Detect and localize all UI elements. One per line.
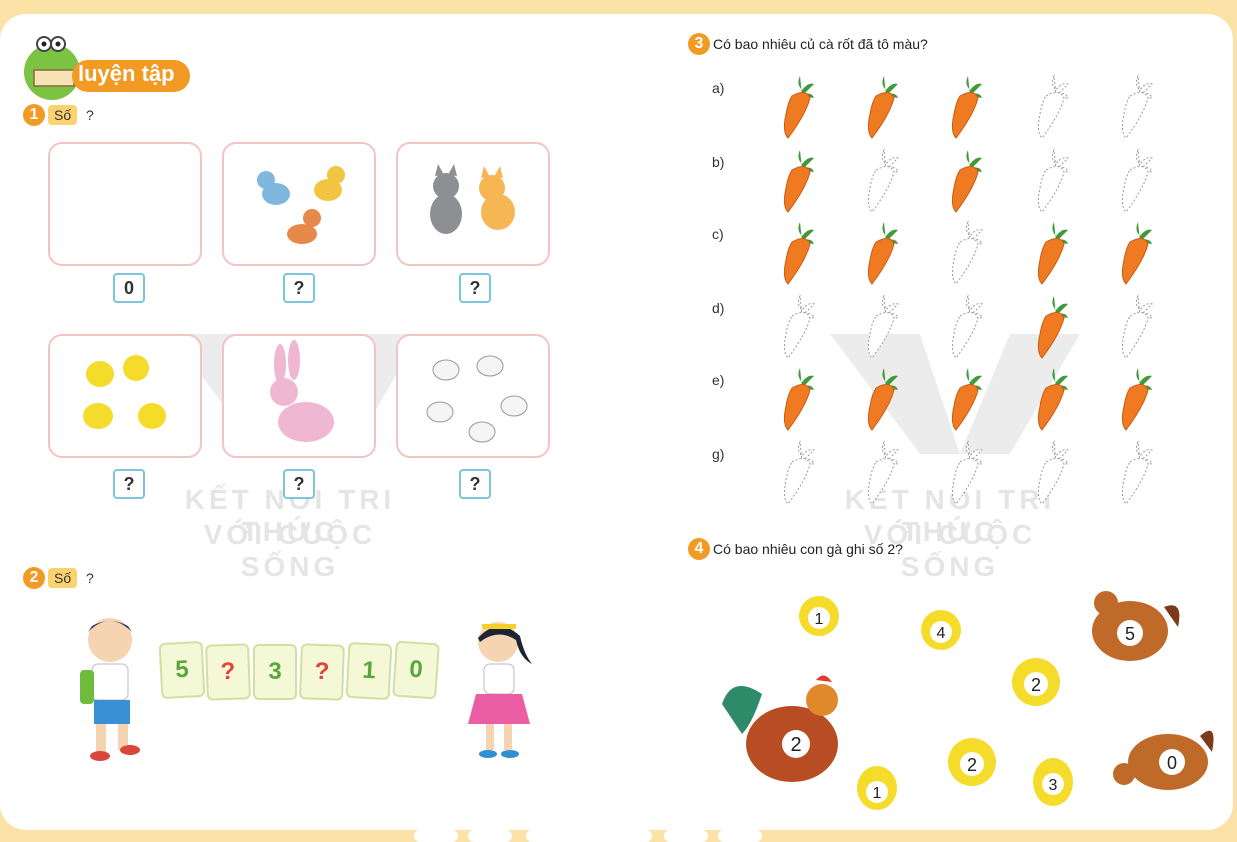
answer-box-3[interactable]: ? <box>459 273 491 303</box>
chick-1-label: 1 <box>815 611 824 628</box>
uncolored-carrot-icon <box>867 440 899 505</box>
carrot-row-label: b) <box>712 154 725 170</box>
uncolored-carrot-icon <box>783 294 815 359</box>
rooster: 2 <box>722 675 838 782</box>
colored-carrot-icon <box>783 222 814 285</box>
answer-box-4[interactable]: ? <box>113 469 145 499</box>
footer-page-dot-3 <box>664 830 708 842</box>
exercise-1-tag: Số <box>48 105 78 125</box>
carrot-row-label: e) <box>712 372 725 388</box>
colored-carrot-icon <box>1121 368 1152 431</box>
cats-picture-box <box>396 142 550 266</box>
exercise-4-number: 4 <box>688 538 710 560</box>
exercise-1-question-mark: ? <box>86 107 94 123</box>
cats-icon <box>430 164 515 234</box>
carrot-row-label: c) <box>712 226 724 242</box>
hen-1-label: 5 <box>1125 624 1135 644</box>
uncolored-carrot-icon <box>1037 440 1069 505</box>
dogs-icon <box>257 166 345 244</box>
page-title: luyện tập <box>78 61 175 86</box>
uncolored-carrot-icon <box>951 294 983 359</box>
chick-4-label: 1 <box>873 785 882 802</box>
sequence-card-2[interactable]: ? <box>205 643 251 701</box>
hen-2-label: 0 <box>1167 753 1177 773</box>
workbook-page: KẾT NỐI TRI THỨC VỚI CUỘC SỐNG KẾT NỐI T… <box>0 14 1233 830</box>
uncolored-carrot-icon <box>1037 74 1069 139</box>
carrot-row-label: g) <box>712 446 725 462</box>
answer-box-2[interactable]: ? <box>283 273 315 303</box>
sequence-card-3: 3 <box>253 644 297 700</box>
answer-box-1[interactable]: 0 <box>113 273 145 303</box>
chick-3-label: 2 <box>1031 675 1041 695</box>
boy-illustration <box>80 618 140 761</box>
colored-carrot-icon <box>1037 296 1068 359</box>
chicks-picture-box <box>48 334 202 458</box>
sequence-card-5: 1 <box>345 641 393 701</box>
uncolored-carrot-icon <box>1121 440 1153 505</box>
colored-carrot-icon <box>867 222 898 285</box>
exercise-2-tag: Số <box>48 568 78 588</box>
colored-carrot-icon <box>951 76 982 139</box>
uncolored-carrot-icon <box>1037 148 1069 213</box>
hen-1: 5 <box>1092 591 1180 661</box>
hen-2: 0 <box>1113 730 1214 790</box>
chick-1: 1 <box>799 596 839 636</box>
girl-illustration <box>468 622 532 758</box>
exercise-2-question-mark: ? <box>86 570 94 586</box>
footer-page-number-pill <box>526 830 652 842</box>
chick-5: 2 <box>948 738 996 786</box>
footer-page-dot-1 <box>414 830 458 842</box>
dogs-picture-box <box>222 142 376 266</box>
footer-page-dot-2 <box>468 830 512 842</box>
exercise-1-number: 1 <box>23 104 45 126</box>
chick-2: 4 <box>921 610 961 650</box>
chicks-icon <box>83 355 166 429</box>
uncolored-carrot-icon <box>1121 74 1153 139</box>
colored-carrot-icon <box>1121 222 1152 285</box>
section-title: luyện tập <box>18 34 194 100</box>
chick-4: 1 <box>857 766 897 810</box>
ducks-icon <box>426 355 528 443</box>
watermark-text-left-2: VỚI CUỘC SỐNG <box>203 519 377 582</box>
uncolored-carrot-icon <box>867 294 899 359</box>
uncolored-carrot-icon <box>1121 148 1153 213</box>
rabbit-icon <box>270 340 334 442</box>
colored-carrot-icon <box>1037 368 1068 431</box>
chick-5-label: 2 <box>967 755 977 775</box>
colored-carrot-icon <box>783 150 814 213</box>
sequence-card-1: 5 <box>158 640 206 700</box>
carrot-row-label: d) <box>712 300 725 316</box>
answer-box-5[interactable]: ? <box>283 469 315 499</box>
ducks-picture-box <box>396 334 550 458</box>
chick-2-label: 4 <box>937 625 946 642</box>
sequence-card-4[interactable]: ? <box>299 643 345 701</box>
footer-page-dot-4 <box>718 830 762 842</box>
chick-6-label: 3 <box>1049 777 1058 794</box>
colored-carrot-icon <box>951 150 982 213</box>
exercise-2-number: 2 <box>23 567 45 589</box>
exercise-3-number: 3 <box>688 33 710 55</box>
answer-box-6[interactable]: ? <box>459 469 491 499</box>
chick-3: 2 <box>1012 658 1060 706</box>
exercise-4-question: Có bao nhiêu con gà ghi số 2? <box>713 541 903 557</box>
uncolored-carrot-icon <box>783 440 815 505</box>
exercise-3-question: Có bao nhiêu củ cà rốt đã tô màu? <box>713 36 928 52</box>
carrot-row-label: a) <box>712 80 725 96</box>
uncolored-carrot-icon <box>1121 294 1153 359</box>
sequence-card-6: 0 <box>392 640 440 700</box>
colored-carrot-icon <box>867 76 898 139</box>
colored-carrot-icon <box>783 368 814 431</box>
chick-6: 3 <box>1033 758 1073 806</box>
colored-carrot-icon <box>867 368 898 431</box>
empty-picture-box <box>48 142 202 266</box>
colored-carrot-icon <box>783 76 814 139</box>
uncolored-carrot-icon <box>867 148 899 213</box>
rooster-label: 2 <box>790 734 801 756</box>
rabbit-picture-box <box>222 334 376 458</box>
colored-carrot-icon <box>1037 222 1068 285</box>
uncolored-carrot-icon <box>951 220 983 285</box>
colored-carrot-icon <box>951 368 982 431</box>
uncolored-carrot-icon <box>951 440 983 505</box>
